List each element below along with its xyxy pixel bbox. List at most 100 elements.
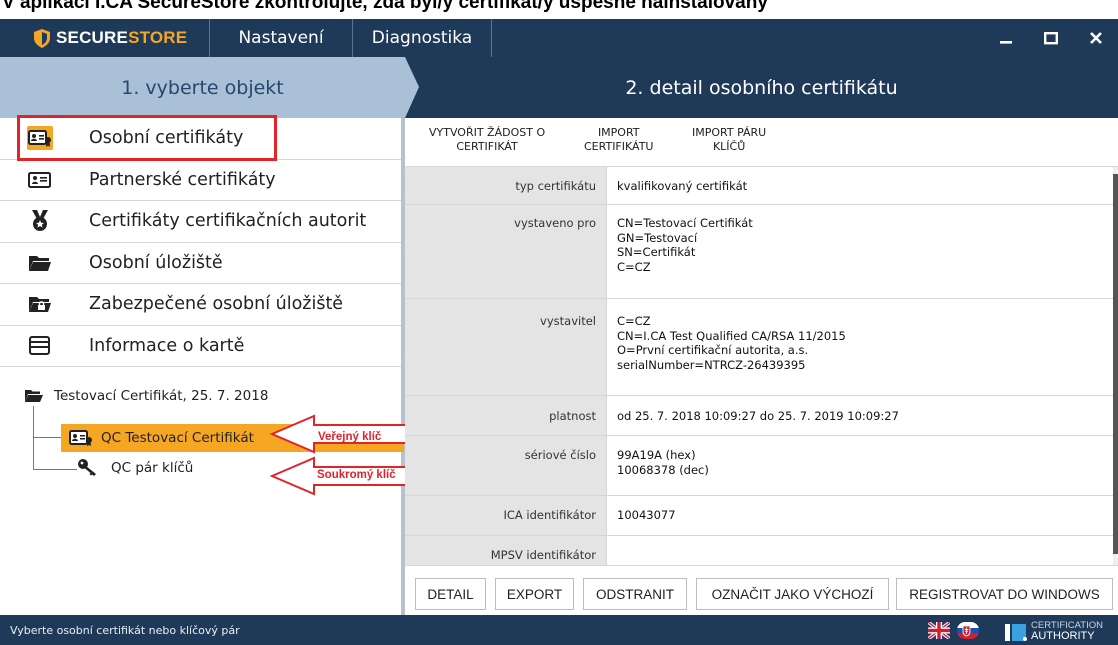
shield-icon xyxy=(34,28,50,48)
nav-item-secure-storage[interactable]: Zabezpečené osobní úložiště xyxy=(0,284,401,326)
value-line: serialNumber=NTRCZ-26439395 xyxy=(617,357,806,372)
minimize-icon xyxy=(999,41,1012,44)
import-keypair-button[interactable]: Import páru klíčů xyxy=(692,126,766,154)
nav-label: Informace o kartě xyxy=(89,335,245,356)
open-folder-icon xyxy=(25,390,43,402)
logo-text: SECURESTORE xyxy=(56,28,188,47)
detail-value: CN=Testovací Certifikát GN=Testovací SN=… xyxy=(607,205,753,298)
button-line: certifikát xyxy=(456,140,518,153)
nav-item-ca-certificates[interactable]: Certifikáty certifikačních autorit xyxy=(0,201,401,243)
ca-text: CERTIFICATION AUTHORITY xyxy=(1031,621,1103,642)
delete-button[interactable]: Odstranit xyxy=(583,578,687,610)
app-logo: SECURESTORE xyxy=(0,19,210,57)
detail-row-serial: sériové číslo 99A19A (hex) 10068378 (dec… xyxy=(405,436,1113,496)
certificate-details[interactable]: typ certifikátu kvalifikovaný certifikát… xyxy=(405,167,1113,565)
detail-value: 99A19A (hex) 10068378 (dec) xyxy=(607,436,709,495)
close-button[interactable] xyxy=(1073,19,1118,57)
tree-item-keypair-label: QC pár klíčů xyxy=(111,460,194,476)
private-key-label: Soukromý klíč xyxy=(317,469,396,481)
create-request-button[interactable]: Vytvořit žádost o certifikát xyxy=(429,126,545,154)
tree-root-label: Testovací Certifikát, 25. 7. 2018 xyxy=(54,388,269,404)
value-line: CN=Testovací Certifikát xyxy=(617,216,753,230)
flag-sk-icon[interactable] xyxy=(957,622,979,639)
value-line: O=První certifikační autorita, a.s. xyxy=(617,343,809,358)
button-line: certifikátu xyxy=(584,140,654,153)
detail-row-ica-id: ICA identifikátor 10043077 xyxy=(405,496,1113,536)
details-scroll-thumb[interactable] xyxy=(1113,174,1118,554)
value-line: CN=I.CA Test Qualified CA/RSA 11/2015 xyxy=(617,328,846,343)
nav-label: Certifikáty certifikačních autorit xyxy=(89,211,367,232)
detail-row-mpsv-id: MPSV identifikátor xyxy=(405,536,1113,565)
certificate-toolbar: Vytvořit žádost o certifikát Import cert… xyxy=(405,118,1118,167)
import-certificate-button[interactable]: Import certifikátu xyxy=(584,126,653,154)
button-line: Import xyxy=(597,126,640,139)
certificate-icon xyxy=(69,430,92,446)
nav-item-personal-storage[interactable]: Osobní úložiště xyxy=(0,243,401,284)
nav-item-partner-certificates[interactable]: Partnerské certifikáty xyxy=(0,160,401,201)
tree-item-keypair[interactable]: QC pár klíčů xyxy=(77,458,193,478)
detail-label: ICA identifikátor xyxy=(405,496,607,535)
export-button[interactable]: Export xyxy=(495,578,574,610)
key-icon xyxy=(78,459,96,476)
status-bar: Vyberte osobní certifikát nebo klíčový p… xyxy=(0,615,1118,645)
maximize-icon xyxy=(1043,32,1058,45)
medal-icon xyxy=(27,209,53,233)
title-bar: SECURESTORE Nastavení Diagnostika xyxy=(0,19,1118,57)
tree-connector xyxy=(33,469,77,470)
register-windows-button[interactable]: Registrovat do Windows xyxy=(896,578,1113,610)
maximize-button[interactable] xyxy=(1028,19,1073,57)
tree-root-certificate[interactable]: Testovací Certifikát, 25. 7. 2018 xyxy=(24,388,268,404)
detail-label: platnost xyxy=(405,396,607,435)
value-line: 10043077 xyxy=(617,508,676,522)
flag-uk-icon[interactable] xyxy=(928,622,950,639)
set-default-button[interactable]: Označit jako výchozí xyxy=(696,578,889,610)
step-certificate-detail: 2. detail osobního certifikátu xyxy=(405,57,1118,118)
minimize-button[interactable] xyxy=(983,19,1028,57)
value-line: C=CZ xyxy=(617,259,651,274)
detail-label: sériové číslo xyxy=(405,436,607,495)
button-line: Import páru xyxy=(692,126,767,139)
ica-logo: CERTIFICATION AUTHORITY xyxy=(1005,621,1115,642)
nav-item-card-info[interactable]: Informace o kartě xyxy=(0,326,401,367)
value-line: GN=Testovací xyxy=(617,230,698,245)
object-list: Osobní certifikáty Partnerské certifikát… xyxy=(0,115,401,367)
contact-card-icon xyxy=(27,168,53,192)
page-heading: V aplikaci I.CA SecureStore zkontrolujte… xyxy=(0,0,1118,14)
detail-row-validity: platnost od 25. 7. 2018 10:09:27 do 25. … xyxy=(405,396,1113,436)
card-icon xyxy=(27,334,53,358)
value-line: 99A19A (hex) xyxy=(617,448,696,462)
detail-value xyxy=(607,536,617,565)
value-line: od 25. 7. 2018 10:09:27 do 25. 7. 2019 1… xyxy=(617,409,899,423)
nav-label: Partnerské certifikáty xyxy=(89,169,276,190)
nav-item-personal-certificates[interactable]: Osobní certifikáty xyxy=(0,115,401,161)
step-select-object: 1. vyberte objekt xyxy=(0,57,405,118)
detail-label: vystavitel xyxy=(405,299,607,395)
detail-row-issuer: vystavitel C=CZ CN=I.CA Test Qualified C… xyxy=(405,299,1113,396)
detail-value: 10043077 xyxy=(607,496,676,535)
button-line: Vytvořit žádost o xyxy=(429,126,546,139)
public-key-label: Veřejný klíč xyxy=(318,431,382,443)
detail-value: od 25. 7. 2018 10:09:27 do 25. 7. 2019 1… xyxy=(607,396,899,435)
detail-label: vystaveno pro xyxy=(405,205,607,298)
detail-label: MPSV identifikátor xyxy=(405,536,607,565)
button-line: klíčů xyxy=(712,140,746,153)
value-line: 10068378 (dec) xyxy=(617,462,709,477)
ca-text-line: AUTHORITY xyxy=(1031,630,1095,642)
detail-button[interactable]: Detail xyxy=(415,578,486,610)
menu-diagnostics[interactable]: Diagnostika xyxy=(353,19,492,57)
detail-label: typ certifikátu xyxy=(405,167,607,204)
value-line: C=CZ xyxy=(617,314,651,328)
tree-connector xyxy=(33,437,61,438)
menu-settings[interactable]: Nastavení xyxy=(210,19,353,57)
object-panel: Osobní certifikáty Partnerské certifikát… xyxy=(0,115,405,615)
value-line: SN=Certifikát xyxy=(617,245,696,260)
tree-item-certificate-label: QC Testovací Certifikát xyxy=(101,430,254,446)
close-icon xyxy=(1089,32,1102,44)
status-text: Vyberte osobní certifikát nebo klíčový p… xyxy=(10,624,240,637)
nav-label: Osobní úložiště xyxy=(89,252,223,273)
detail-row-type: typ certifikátu kvalifikovaný certifikát xyxy=(405,167,1113,205)
value-line: kvalifikovaný certifikát xyxy=(617,179,748,193)
locked-folder-icon xyxy=(27,292,53,316)
step-arrow xyxy=(405,57,419,118)
detail-value: C=CZ CN=I.CA Test Qualified CA/RSA 11/20… xyxy=(607,299,846,395)
